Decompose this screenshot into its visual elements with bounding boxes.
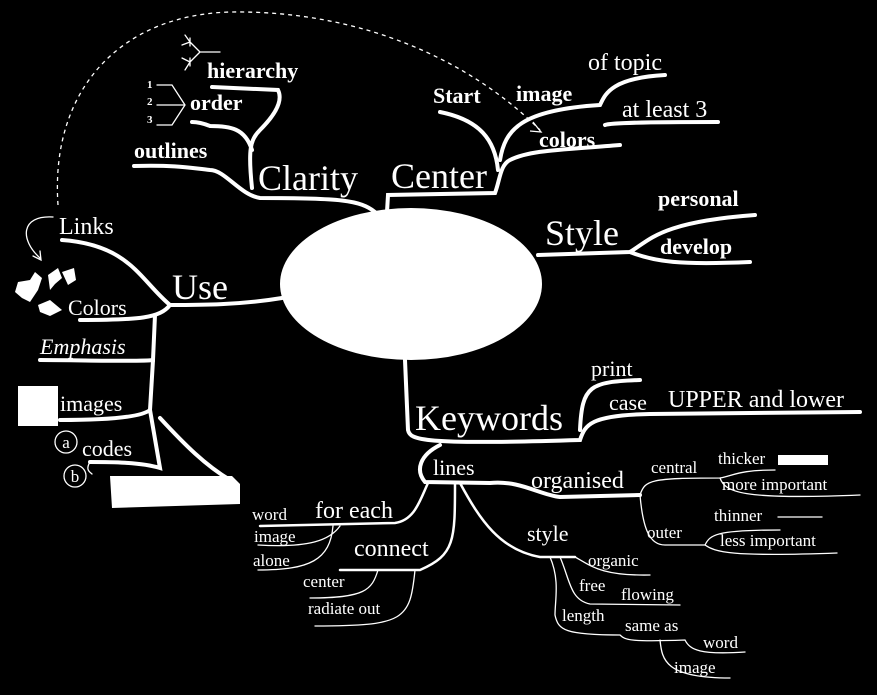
lines-label: lines xyxy=(433,455,475,480)
start-label: Start xyxy=(433,83,481,108)
order-number: 3 xyxy=(147,114,153,126)
print-label: print xyxy=(591,356,633,381)
use-label: Use xyxy=(172,267,228,307)
personal-label: personal xyxy=(658,186,739,211)
mind-map: 1 2 3 a b Clarity hierarchy order outlin… xyxy=(0,0,877,695)
same-as-label: same as xyxy=(625,616,678,635)
of-topic-label: of topic xyxy=(588,50,662,76)
central-node xyxy=(280,208,542,360)
more-important-label: more important xyxy=(722,475,828,494)
foreach-image-label: image xyxy=(254,527,296,546)
thicker-line-sample xyxy=(778,455,828,465)
order-number: 2 xyxy=(147,96,153,108)
flowing-label: flowing xyxy=(621,585,674,604)
use-colors-label: Colors xyxy=(68,295,127,320)
outer-label: outer xyxy=(647,523,682,542)
connect-center-label: center xyxy=(303,572,345,591)
colors-splash-icon xyxy=(15,268,76,316)
central-label: central xyxy=(651,458,698,477)
hierarchy-label: hierarchy xyxy=(207,58,298,83)
word-label: word xyxy=(703,633,738,652)
image-placeholder-icon xyxy=(18,386,58,426)
lines-style-label: style xyxy=(527,521,569,546)
thinner-label: thinner xyxy=(714,506,762,525)
emphasis-label: Emphasis xyxy=(39,334,126,359)
radiate-out-label: radiate out xyxy=(308,599,380,618)
clarity-label: Clarity xyxy=(258,158,358,198)
code-b-label: b xyxy=(71,467,80,486)
image-label: image xyxy=(516,81,572,106)
organised-label: organised xyxy=(531,468,624,494)
organic-label: organic xyxy=(588,551,639,570)
length-label: length xyxy=(562,606,605,625)
image-small-label: image xyxy=(674,658,716,677)
at-least-label: at least 3 xyxy=(622,97,707,123)
keywords-label: Keywords xyxy=(415,398,563,438)
center-label: Center xyxy=(391,156,487,196)
less-important-label: less important xyxy=(720,531,816,550)
foreach-word-label: word xyxy=(252,505,287,524)
images-label: images xyxy=(60,391,122,416)
connect-label: connect xyxy=(354,536,429,562)
case-label: case xyxy=(609,390,647,415)
codes-label: codes xyxy=(82,436,132,461)
case-value-label: UPPER and lower xyxy=(668,387,844,413)
links-label: Links xyxy=(59,214,114,240)
colors-label: colors xyxy=(539,127,596,152)
bar-shape xyxy=(110,476,240,508)
for-each-label: for each xyxy=(315,498,393,524)
thicker-label: thicker xyxy=(718,449,766,468)
code-a-label: a xyxy=(62,433,70,452)
foreach-alone-label: alone xyxy=(253,551,290,570)
order-number: 1 xyxy=(147,79,153,91)
order-list-icon xyxy=(156,84,186,126)
order-label: order xyxy=(190,90,243,115)
outlines-label: outlines xyxy=(134,138,208,163)
free-label: free xyxy=(579,576,605,595)
links-curved-arrow-icon xyxy=(25,216,54,262)
branch-use-bar xyxy=(158,416,232,482)
develop-label: develop xyxy=(660,234,732,259)
style-label: Style xyxy=(545,213,619,253)
